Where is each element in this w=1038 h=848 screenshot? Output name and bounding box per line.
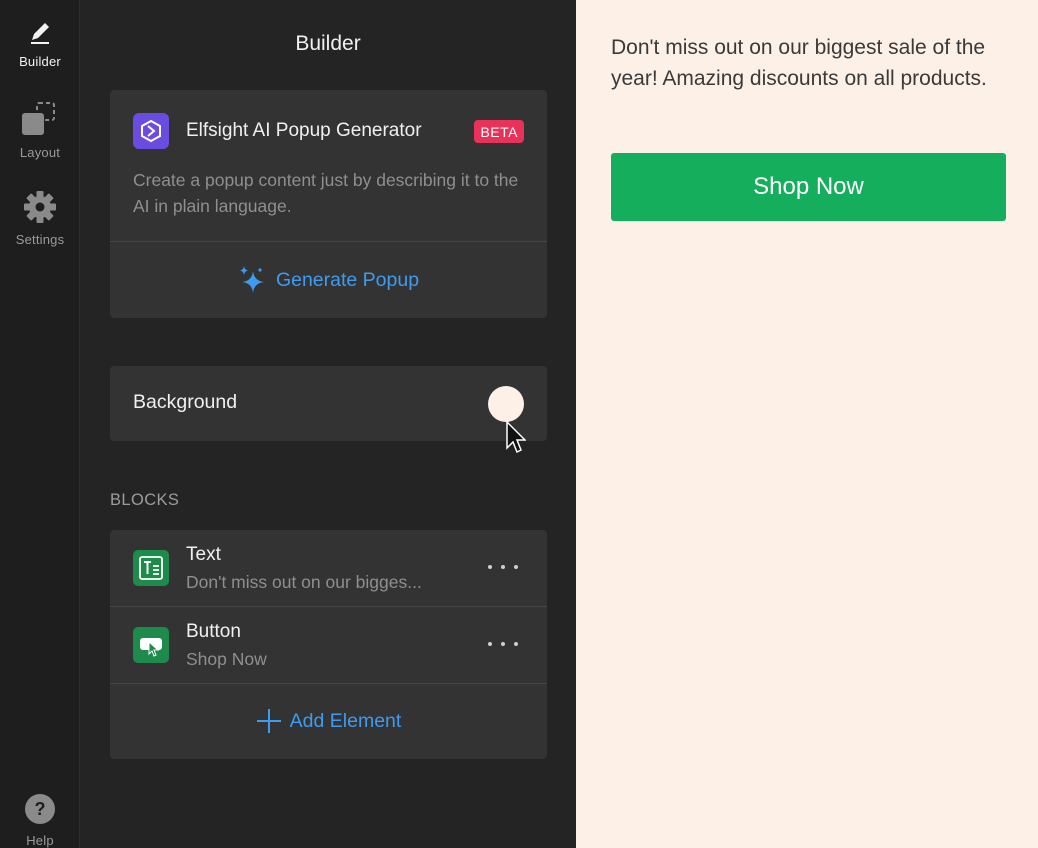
gear-icon: [24, 191, 56, 223]
button-block-icon: [133, 627, 169, 663]
blocks-heading: BLOCKS: [110, 491, 180, 509]
block-title: Button: [186, 621, 241, 642]
more-options-icon[interactable]: [488, 634, 518, 654]
ai-generator-card: Elfsight AI Popup Generator BETA Create …: [110, 90, 547, 318]
builder-panel: Builder Elfsight AI Popup Generator BETA…: [81, 0, 575, 848]
rail-help-label: Help: [26, 833, 54, 848]
ai-generator-description: Create a popup content just by describin…: [133, 170, 519, 216]
layout-icon: [22, 102, 55, 135]
ai-logo-icon: [133, 113, 169, 149]
shop-now-button[interactable]: Shop Now: [611, 153, 1006, 221]
popup-preview: Don't miss out on our biggest sale of th…: [576, 0, 1038, 848]
pencil-icon: [31, 23, 49, 44]
ai-generator-title: Elfsight AI Popup Generator: [186, 120, 422, 141]
mouse-cursor-icon: [506, 421, 526, 454]
beta-badge: BETA: [474, 119, 524, 143]
text-block-icon: [133, 550, 169, 586]
block-title: Text: [186, 544, 221, 565]
background-color-swatch[interactable]: [488, 386, 524, 422]
block-item-text[interactable]: Text Don't miss out on our bigges...: [110, 530, 547, 606]
svg-text:?: ?: [35, 799, 46, 819]
help-icon: ?: [25, 794, 55, 824]
more-options-icon[interactable]: [488, 557, 518, 577]
left-rail: Builder Layout Settings ? Help: [0, 0, 80, 848]
rail-builder[interactable]: Builder: [0, 18, 80, 69]
panel-title: Builder: [295, 32, 361, 55]
preview-text: Don't miss out on our biggest sale of th…: [611, 36, 987, 90]
block-item-button[interactable]: Button Shop Now: [110, 607, 547, 683]
add-element-label: Add Element: [289, 709, 402, 732]
block-subtitle: Shop Now: [186, 649, 267, 669]
plus-icon: [256, 709, 281, 733]
add-element-button[interactable]: Add Element: [110, 683, 547, 759]
rail-settings[interactable]: Settings: [0, 190, 80, 247]
rail-settings-label: Settings: [15, 232, 65, 247]
rail-layout[interactable]: Layout: [0, 101, 80, 160]
ai-generator-header: Elfsight AI Popup Generator BETA: [133, 113, 524, 149]
rail-builder-label: Builder: [19, 54, 61, 69]
generate-popup-label: Generate Popup: [275, 268, 420, 291]
background-label: Background: [133, 391, 238, 413]
sparkles-icon: [239, 266, 264, 293]
rail-help[interactable]: ? Help: [0, 793, 80, 848]
blocks-list: Text Don't miss out on our bigges... But…: [110, 530, 547, 759]
generate-popup-button[interactable]: Generate Popup: [110, 242, 547, 318]
block-subtitle: Don't miss out on our bigges...: [186, 572, 422, 592]
rail-layout-label: Layout: [19, 145, 61, 160]
background-card: Background: [110, 366, 547, 441]
